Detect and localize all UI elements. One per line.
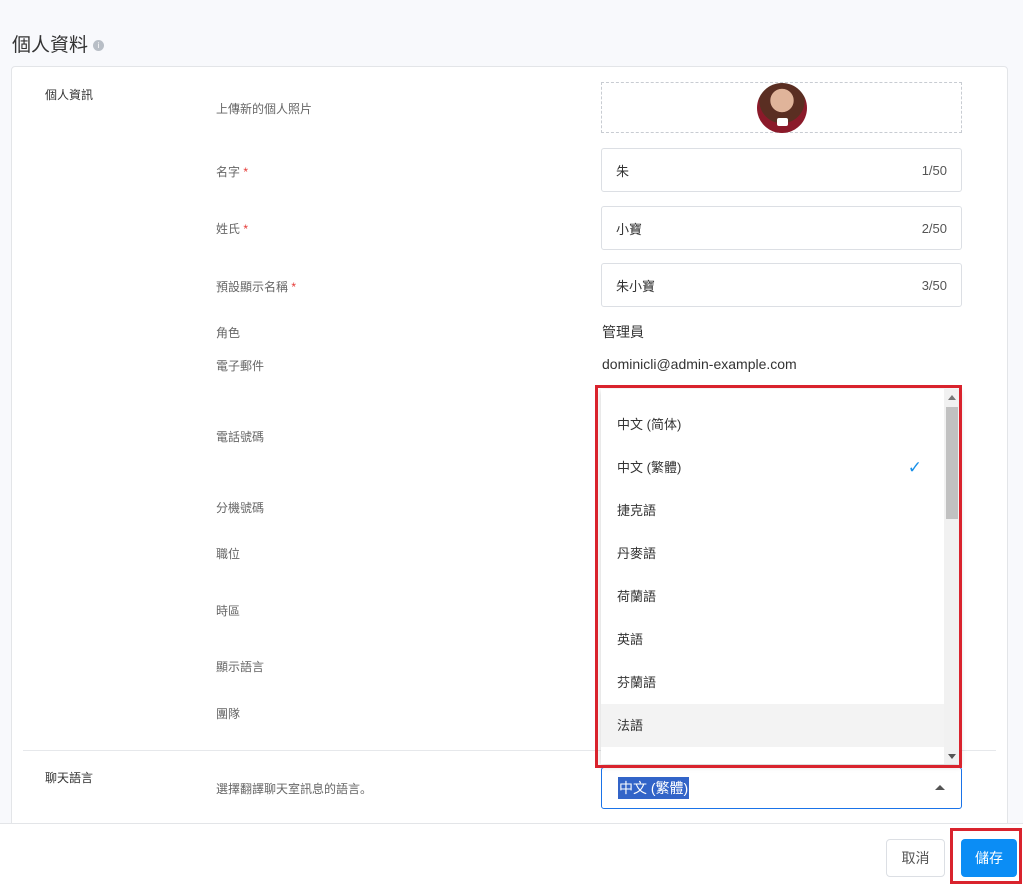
section-personal-info: 個人資訊 [45,88,94,102]
page-title: 個人資料 i [12,30,105,57]
section-chat-language: 聊天語言 [45,771,94,785]
role-label: 角色 [216,326,241,340]
display-name-input[interactable]: 朱小寶 3/50 [601,263,962,307]
info-icon[interactable]: i [93,40,105,52]
chat-language-label: 選擇翻譯聊天室訊息的語言。 [216,782,373,796]
label-text: 姓氏 [216,222,241,236]
page-title-text: 個人資料 [12,35,89,56]
label-text: 名字 [216,165,241,179]
job-title-label: 職位 [216,547,241,561]
selected-value: 中文 (繁體) [618,777,690,799]
label-text: 預設顯示名稱 [216,280,289,294]
caret-up-icon[interactable] [935,785,945,790]
email-value: dominicli@admin-example.com [602,356,797,372]
highlight-box-dropdown [595,385,962,768]
avatar [757,83,807,133]
photo-upload[interactable] [601,82,962,133]
last-name-label: 姓氏 * [216,220,248,237]
char-count: 2/50 [921,220,947,236]
input-value: 朱 [616,163,630,179]
input-value: 小寶 [616,221,643,237]
char-count: 3/50 [921,277,947,293]
photo-label: 上傳新的個人照片 [216,102,313,116]
first-name-input[interactable]: 朱 1/50 [601,148,962,192]
input-value: 朱小寶 [616,278,656,294]
footer-bar [0,823,1023,885]
required-mark: * [291,280,297,294]
first-name-label: 名字 * [216,163,248,180]
chat-language-select[interactable]: 中文 (繁體) [601,767,962,809]
team-label: 團隊 [216,707,241,721]
role-value: 管理員 [602,324,644,340]
email-label: 電子郵件 [216,359,265,373]
phone-label: 電話號碼 [216,430,265,444]
extension-label: 分機號碼 [216,501,265,515]
highlight-box-save [950,828,1022,884]
last-name-input[interactable]: 小寶 2/50 [601,206,962,250]
required-mark: * [243,222,249,236]
char-count: 1/50 [921,162,947,178]
display-name-label: 預設顯示名稱 * [216,278,296,295]
timezone-label: 時區 [216,604,241,618]
display-language-label: 顯示語言 [216,660,265,674]
camera-icon[interactable] [777,118,788,126]
required-mark: * [243,165,249,179]
cancel-button[interactable]: 取消 [886,839,945,877]
